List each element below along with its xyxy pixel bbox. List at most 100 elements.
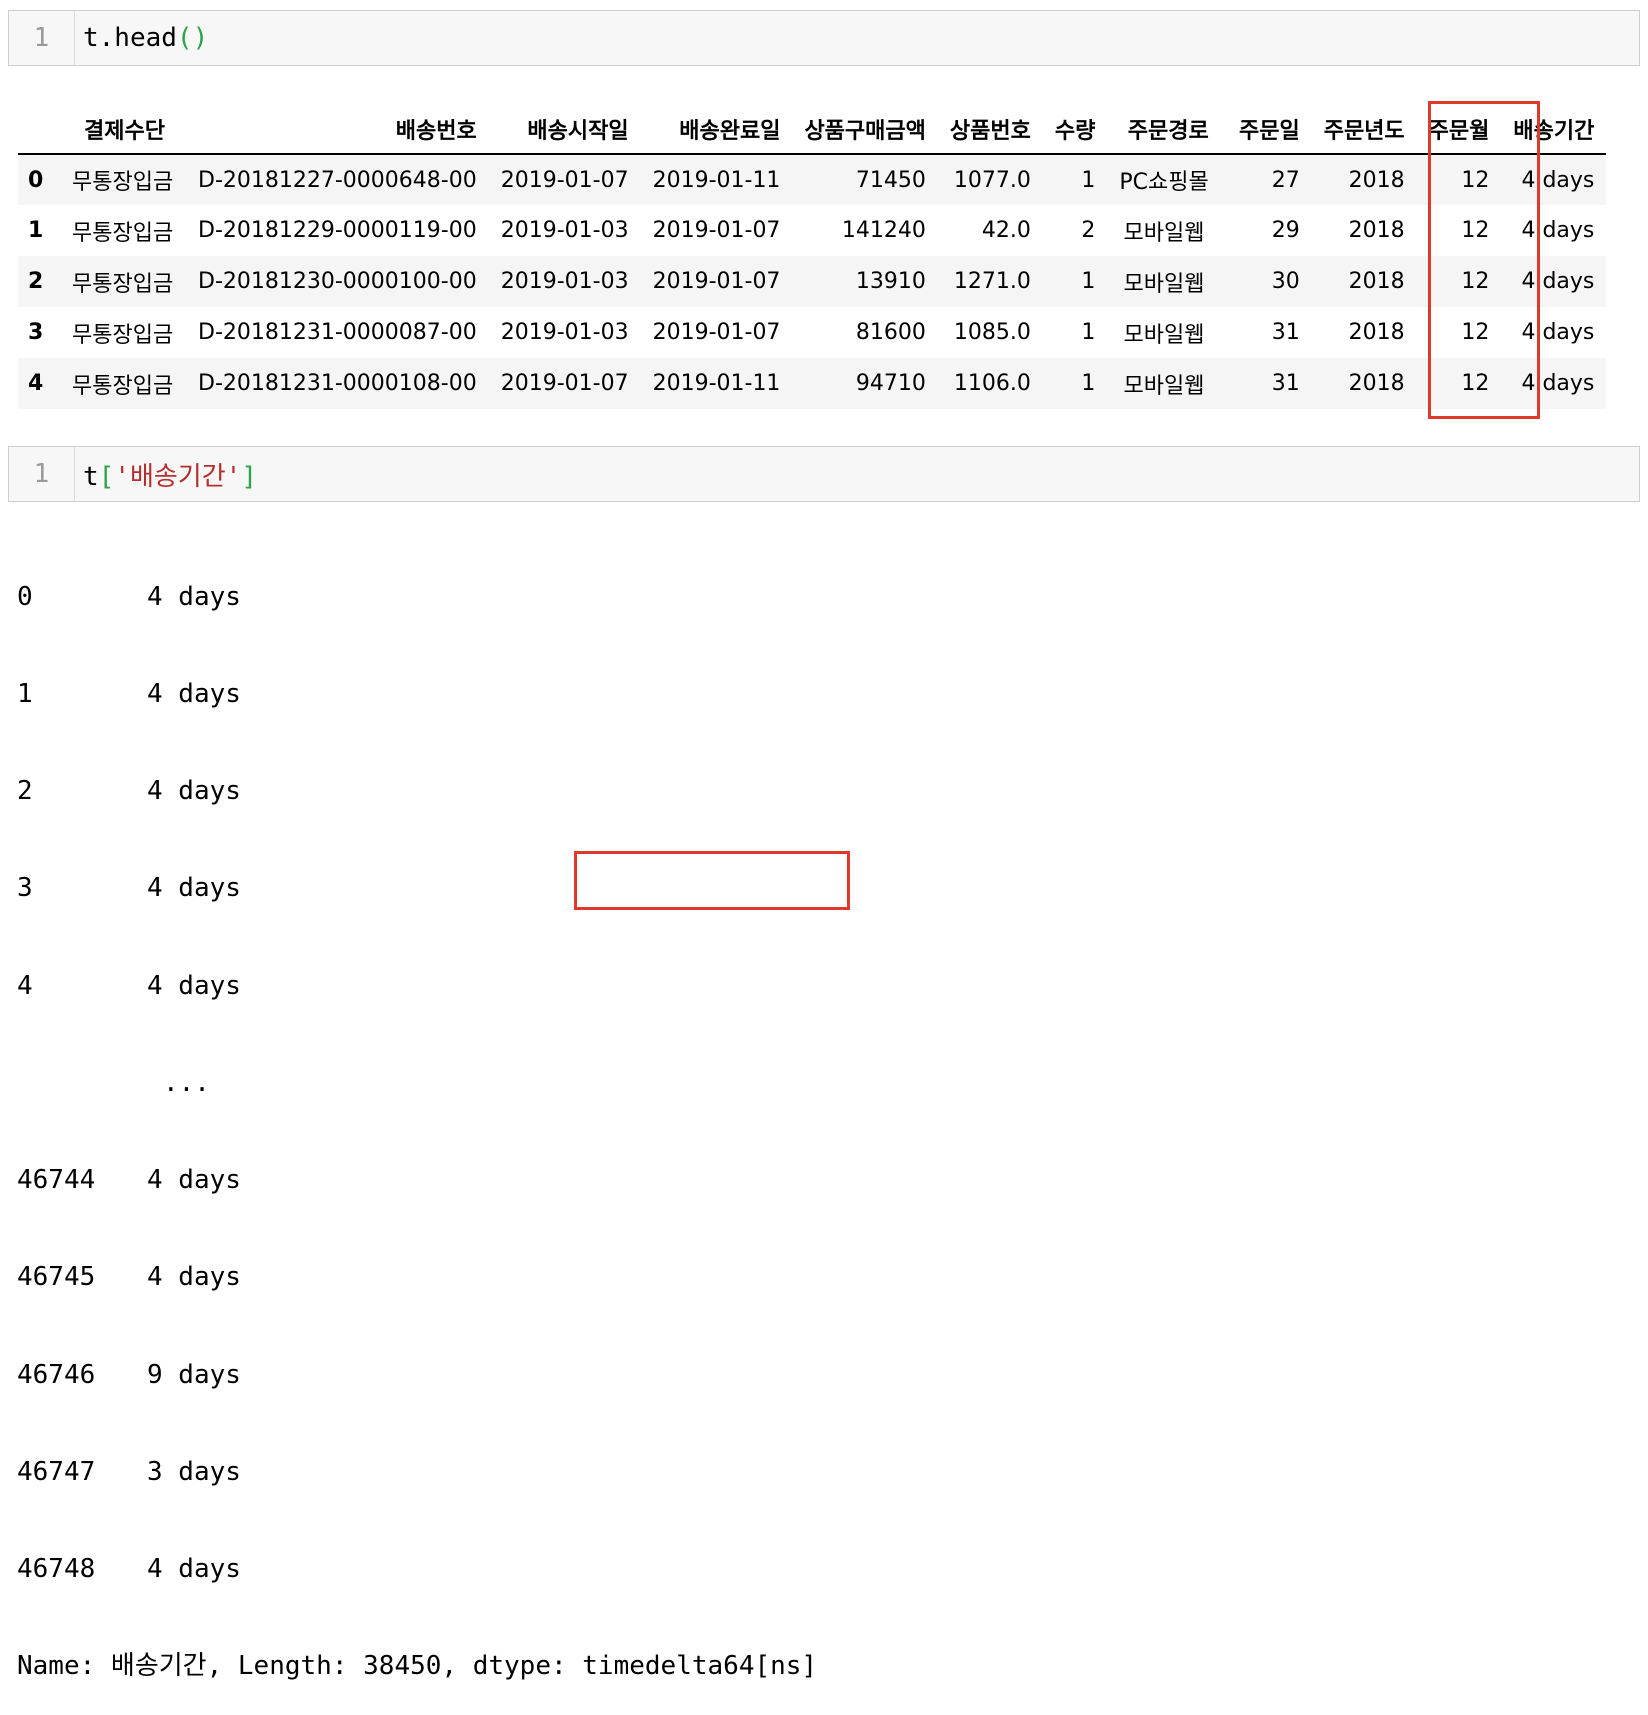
series-value: 4 days [147,1554,241,1584]
table-cell: 1085.0 [953,320,1031,345]
dataframe-table: 결제수단 배송번호 배송시작일 배송완료일 상품구매금액 상품번호 수량 주문경… [18,104,1607,409]
series-index: 3 [17,873,33,904]
table-cell: 모바일웹 [1123,373,1205,399]
series-ellipsis: ... [163,1067,210,1098]
series-index: 4 [17,970,33,1001]
series-dtype: timedelta64[ns] [582,1651,818,1682]
code-cell-2[interactable]: 1 t['배송기간'] [8,446,1640,502]
series-row: 0 4 days [17,581,817,613]
table-cell: 30 [1271,269,1300,294]
series-output: 04 days 14 days 24 days 34 days 44 days … [17,516,817,1715]
table-cell: D-20181227-0000648-00 [198,167,477,193]
table-cell: 모바일웹 [1123,220,1205,246]
table-cell: 모바일웹 [1123,322,1205,348]
series-index: 46744 [17,1165,96,1196]
column-header: 주문년도 [1311,104,1417,155]
table-header-row: 결제수단 배송번호 배송시작일 배송완료일 상품구매금액 상품번호 수량 주문경… [18,104,1607,155]
series-index: 0 [17,581,33,612]
series-value: 4 days [147,873,241,904]
series-value: 4 days [147,1262,241,1293]
column-header: 배송완료일 [640,104,793,155]
table-cell: D-20181231-0000108-00 [198,371,477,396]
code-cell-1[interactable]: 1 t.head() [8,10,1640,66]
code-editor-2[interactable]: t['배송기간'] [75,456,257,493]
series-index: 2 [17,776,33,807]
series-row: 1 4 days [17,678,817,710]
series-footer: Name: 배송기간, Length: 38450, dtype: timede… [17,1650,817,1682]
column-header: 수량 [1042,104,1108,155]
column-header: 상품번호 [937,104,1043,155]
table-row: 2 무통장입금 D-20181230-0000100-00 2019-01-03 201… [18,256,1607,307]
table-cell: PC쇼핑몰 [1119,170,1209,195]
highlight-box-dtype [574,851,850,910]
table-cell: 2019-01-07 [652,218,781,243]
series-value: 3 days [147,1456,241,1487]
table-cell: 2019-01-07 [652,320,781,345]
table-cell: 1106.0 [953,371,1031,396]
series-value: 4 days [147,1165,241,1196]
series-value: 4 days [147,679,241,710]
table-cell: 71450 [855,167,926,193]
column-header: 주문경로 [1107,104,1221,155]
column-header: 주문일 [1220,104,1312,155]
row-index: 3 [28,320,44,345]
table-cell: 1 [1081,371,1096,396]
table-cell: 무통장입금 [72,373,174,399]
series-index: 46747 [17,1456,96,1487]
series-index: 46745 [17,1262,96,1293]
code-token-bracket-close: ] [241,461,257,492]
series-row: 46746 9 days [17,1359,817,1391]
code-token-bracket-open: [ [98,461,115,492]
table-cell: 무통장입금 [72,322,174,348]
table-cell: 2018 [1348,320,1405,345]
row-index: 1 [28,218,44,243]
table-row: 4 무통장입금 D-20181231-0000108-00 2019-01-07 201… [18,358,1607,409]
code-token-paren: () [176,23,209,53]
table-row: 0 무통장입금 D-20181227-0000648-00 2019-01-07 201… [18,154,1607,205]
series-index: 46748 [17,1554,96,1584]
table-cell: 무통장입금 [72,220,174,246]
table-body: 0 무통장입금 D-20181227-0000648-00 2019-01-07 201… [18,154,1607,409]
column-header: 결제수단 [66,104,186,155]
table-cell: D-20181229-0000119-00 [198,218,477,243]
table-cell: 13910 [855,269,926,294]
series-row: 46747 3 days [17,1456,817,1488]
table-cell: 1077.0 [953,167,1031,193]
line-number: 1 [9,447,75,501]
table-cell: 1271.0 [953,269,1031,294]
column-header: 배송시작일 [488,104,641,155]
table-cell: 2019-01-07 [500,167,629,193]
table-cell: 94710 [855,371,926,396]
row-index: 4 [28,371,44,396]
table-cell: 1 [1081,269,1096,294]
series-row: 2 4 days [17,775,817,807]
code-token: t.head [83,23,177,53]
table-cell: 2019-01-11 [652,167,781,193]
table-cell: 29 [1271,218,1300,243]
table-cell: D-20181231-0000087-00 [198,320,477,345]
code-token-string: '배송기간' [114,461,242,492]
code-editor-1[interactable]: t.head() [75,23,208,53]
table-cell: 1 [1081,167,1096,193]
table-cell: 2019-01-03 [500,218,629,243]
row-index: 2 [28,269,44,294]
table-cell: 27 [1271,167,1300,193]
table-cell: 31 [1271,320,1300,345]
column-header: 배송번호 [186,104,489,155]
table-cell: 무통장입금 [72,271,174,297]
highlight-box-column [1428,101,1540,419]
table-row: 1 무통장입금 D-20181229-0000119-00 2019-01-03 201… [18,205,1607,256]
table-cell: 2018 [1348,167,1405,193]
code-token: t [83,461,99,492]
table-row: 3 무통장입금 D-20181231-0000087-00 2019-01-03 201… [18,307,1607,358]
line-number: 1 [9,11,75,65]
table-cell: 31 [1271,371,1300,396]
table-cell: 2019-01-03 [500,269,629,294]
table-cell: 141240 [841,218,926,243]
table-cell: 2018 [1348,269,1405,294]
series-row: 46745 4 days [17,1261,817,1293]
table-cell: 2018 [1348,371,1405,396]
table-cell: 1 [1081,320,1096,345]
table-cell: 2019-01-07 [500,371,629,396]
series-footer-text: Name: 배송기간, Length: 38450, dtype: [17,1651,583,1682]
